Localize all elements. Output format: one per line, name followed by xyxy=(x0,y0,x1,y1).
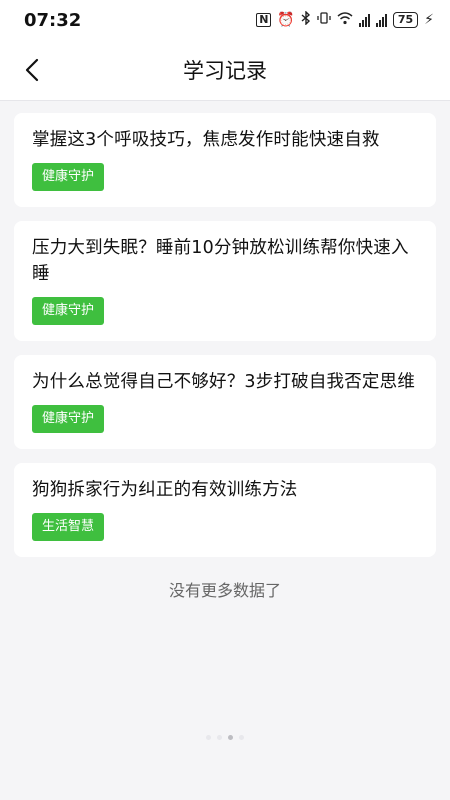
header: 学习记录 xyxy=(0,40,450,101)
status-time: 07:32 xyxy=(24,9,82,31)
chevron-left-icon xyxy=(25,58,39,82)
battery-indicator: 75 xyxy=(392,12,419,28)
record-card[interactable]: 压力大到失眠？睡前10分钟放松训练帮你快速入睡 健康守护 xyxy=(14,221,436,341)
signal-icon xyxy=(358,13,370,27)
status-bar: 07:32 N ⏰ 75 ⚡ xyxy=(0,0,450,40)
nfc-icon: N xyxy=(256,13,272,27)
category-tag: 健康守护 xyxy=(32,297,105,325)
no-more-data-text: 没有更多数据了 xyxy=(168,581,281,600)
status-icons: N ⏰ 75 ⚡ xyxy=(256,10,434,29)
page-dot xyxy=(217,735,222,740)
record-title: 压力大到失眠？睡前10分钟放松训练帮你快速入睡 xyxy=(32,238,409,284)
wifi-icon xyxy=(337,11,353,29)
category-tag: 健康守护 xyxy=(32,405,105,433)
record-card[interactable]: 掌握这3个呼吸技巧，焦虑发作时能快速自救 健康守护 xyxy=(14,113,436,207)
page-title: 学习记录 xyxy=(183,59,267,83)
record-title: 掌握这3个呼吸技巧，焦虑发作时能快速自救 xyxy=(32,130,380,150)
record-list: 掌握这3个呼吸技巧，焦虑发作时能快速自救 健康守护 压力大到失眠？睡前10分钟放… xyxy=(0,101,450,557)
alarm-icon: ⏰ xyxy=(277,12,295,28)
bluetooth-icon xyxy=(301,10,311,29)
record-title: 为什么总觉得自己不够好？3步打破自我否定思维 xyxy=(32,372,416,392)
page-dot xyxy=(206,735,211,740)
charging-icon: ⚡ xyxy=(424,12,434,28)
record-card[interactable]: 狗狗拆家行为纠正的有效训练方法 生活智慧 xyxy=(14,463,436,557)
page-dot-active xyxy=(228,735,233,740)
record-card[interactable]: 为什么总觉得自己不够好？3步打破自我否定思维 健康守护 xyxy=(14,355,436,449)
category-tag: 健康守护 xyxy=(32,163,105,191)
page-dot xyxy=(239,735,244,740)
record-title: 狗狗拆家行为纠正的有效训练方法 xyxy=(32,480,298,500)
signal-icon-2 xyxy=(375,13,387,27)
back-button[interactable] xyxy=(16,54,48,86)
category-tag: 生活智慧 xyxy=(32,513,105,541)
vibrate-icon xyxy=(317,11,331,29)
page-indicator xyxy=(206,735,244,740)
